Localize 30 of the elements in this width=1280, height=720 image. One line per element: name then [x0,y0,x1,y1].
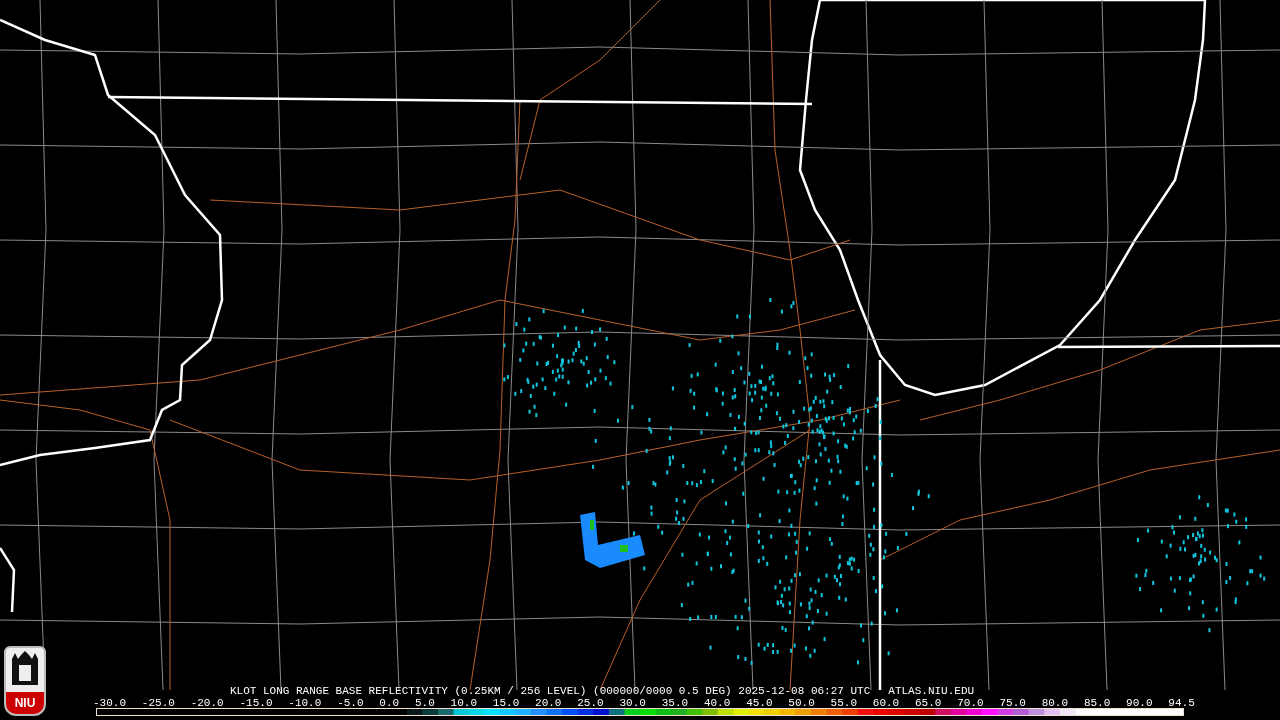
building-icon [10,651,40,685]
scale-label: -5.0 [337,698,364,709]
scale-label: 90.0 [1126,698,1153,709]
scale-label: 35.0 [661,698,689,709]
scale-label: 15.0 [492,698,520,709]
scale-label: -10.0 [288,698,322,709]
logo-text: NIU [6,692,44,714]
scale-label: 5.0 [415,698,435,709]
scale-label: 70.0 [957,698,984,709]
scale-label: 20.0 [535,698,562,709]
scale-label: 75.0 [999,698,1026,709]
scale-label: -30.0 [93,698,126,709]
scale-label: 45.0 [746,698,773,709]
site-caption: ATLAS.NIU.EDU [888,685,975,697]
scale-label: 60.0 [872,698,900,709]
scale-label: 85.0 [1083,698,1111,709]
scale-label: 94.5 [1168,698,1195,709]
scale-label: -25.0 [141,698,175,709]
scale-label: 80.0 [1041,698,1069,709]
scale-label: 65.0 [915,698,942,709]
scale-label: 55.0 [830,698,857,709]
scale-label: 30.0 [619,698,646,709]
scale-label: -15.0 [239,698,273,709]
scale-label: 25.0 [577,698,604,709]
scale-label: 40.0 [703,698,731,709]
scale-label: -20.0 [190,698,224,709]
scale-label: 50.0 [788,698,815,709]
product-caption: KLOT LONG RANGE BASE REFLECTIVITY (0.25KM / 256 LEVEL) (000000/0000 0.5 DEG) 2025-12-08 06:27 UTC [230,685,871,697]
scale-label: 0.0 [379,698,400,709]
scale-label: 10.0 [450,698,477,709]
